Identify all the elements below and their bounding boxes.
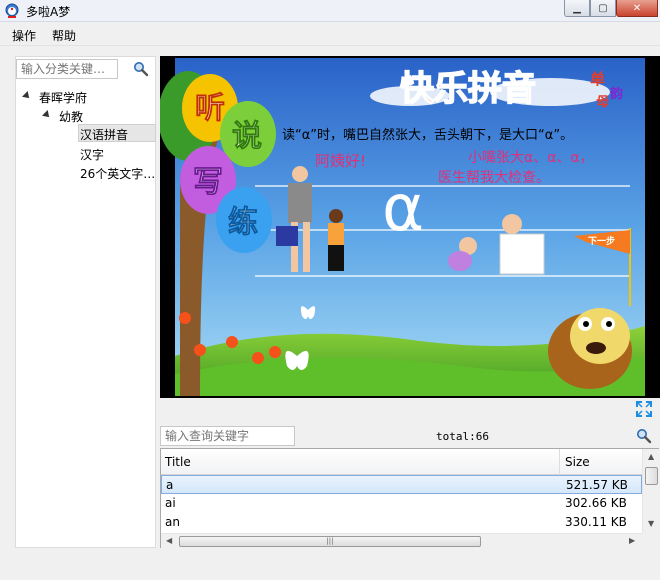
title-bar: 多啦A梦 ▁ ▢ ✕ xyxy=(0,0,660,22)
lesson-greeting: 阿姨好! xyxy=(315,152,366,170)
window-title: 多啦A梦 xyxy=(26,5,71,19)
query-search-input[interactable] xyxy=(160,426,295,446)
balloon-char-speak: 说 xyxy=(232,119,262,154)
title-char-2: 韵 xyxy=(610,86,623,102)
minimize-button[interactable]: ▁ xyxy=(564,0,590,17)
tree-item-hanzi[interactable]: 汉字 xyxy=(80,146,104,163)
column-divider[interactable] xyxy=(559,449,560,475)
lesson-rhyme-line-1: 小嘴张大α、α、α， xyxy=(468,150,594,166)
scroll-left-icon[interactable]: ◀ xyxy=(166,536,172,545)
row-size: 521.57 KB xyxy=(566,478,628,492)
menu-help[interactable]: 帮助 xyxy=(52,27,76,44)
minimize-icon: ▁ xyxy=(573,2,581,14)
next-step-flag-label: 下一步 xyxy=(588,235,615,247)
tree-item-pinyin[interactable]: 汉语拼音 xyxy=(80,126,128,143)
maximize-button[interactable]: ▢ xyxy=(590,0,616,17)
table-row[interactable]: a 521.57 KB xyxy=(161,475,642,494)
vertical-scroll-thumb[interactable] xyxy=(645,467,658,485)
file-table: Title Size a 521.57 KB ai 302.66 KB an 3… xyxy=(160,448,659,548)
lesson-instruction: 读“α”时，嘴巴自然张大，舌头朝下，是大口“α”。 xyxy=(282,127,573,143)
close-button[interactable]: ✕ xyxy=(616,0,658,17)
maximize-icon: ▢ xyxy=(598,2,608,14)
tree-item-root[interactable]: 春晖学府 xyxy=(39,89,87,106)
lesson-big-letter: α xyxy=(382,172,424,246)
row-title: an xyxy=(165,515,180,529)
scroll-right-icon[interactable]: ▶ xyxy=(629,536,635,545)
fullscreen-icon[interactable] xyxy=(636,401,652,417)
table-row[interactable]: ai 302.66 KB xyxy=(161,494,642,513)
balloon-char-practice: 练 xyxy=(228,205,258,240)
row-size: 302.66 KB xyxy=(565,496,627,510)
lesson-rhyme-line-2: 医生帮我大检查。 xyxy=(438,170,550,186)
table-row[interactable]: an 330.11 KB xyxy=(161,513,642,532)
media-player[interactable]: 快乐拼音 单 韵 母 听 说 写 练 读“α”时，嘴巴自然张大，舌头朝下，是大口… xyxy=(160,56,660,398)
doraemon-app-icon xyxy=(5,3,19,18)
scrollbar-corner xyxy=(642,533,659,548)
menu-bar: 操作 帮助 xyxy=(0,22,660,46)
tree-item-english-letters[interactable]: 26个英文字… xyxy=(80,165,155,182)
tree-item-preschool[interactable]: 幼教 xyxy=(59,108,83,125)
balloon-char-listen: 听 xyxy=(195,91,225,126)
category-search-icon[interactable] xyxy=(133,61,149,77)
column-header-size[interactable]: Size xyxy=(565,455,590,469)
scroll-up-icon[interactable]: ▲ xyxy=(648,452,654,461)
table-header: Title Size xyxy=(161,449,642,475)
vertical-scrollbar[interactable]: ▲ ▼ xyxy=(642,449,659,533)
title-char-1: 单 xyxy=(590,70,605,88)
balloon-char-write: 写 xyxy=(193,165,223,200)
column-header-title[interactable]: Title xyxy=(165,455,191,469)
horizontal-scroll-thumb[interactable]: ||| xyxy=(179,536,481,547)
close-icon: ✕ xyxy=(632,2,642,14)
row-title: ai xyxy=(165,496,176,510)
lesson-title: 快乐拼音 xyxy=(400,69,536,109)
total-count: total:66 xyxy=(436,430,489,443)
lesson-scene: 快乐拼音 单 韵 母 听 说 写 练 读“α”时，嘴巴自然张大，舌头朝下，是大口… xyxy=(160,58,645,396)
menu-operations[interactable]: 操作 xyxy=(12,27,36,44)
category-search-input[interactable] xyxy=(16,59,118,79)
horizontal-scrollbar[interactable]: ◀ ||| ▶ xyxy=(161,533,642,548)
query-search-icon[interactable] xyxy=(636,428,652,444)
window-controls: ▁ ▢ ✕ xyxy=(564,0,658,18)
row-title: a xyxy=(166,478,174,492)
row-size: 330.11 KB xyxy=(565,515,627,529)
title-char-3: 母 xyxy=(596,95,609,110)
scroll-down-icon[interactable]: ▼ xyxy=(648,519,654,528)
